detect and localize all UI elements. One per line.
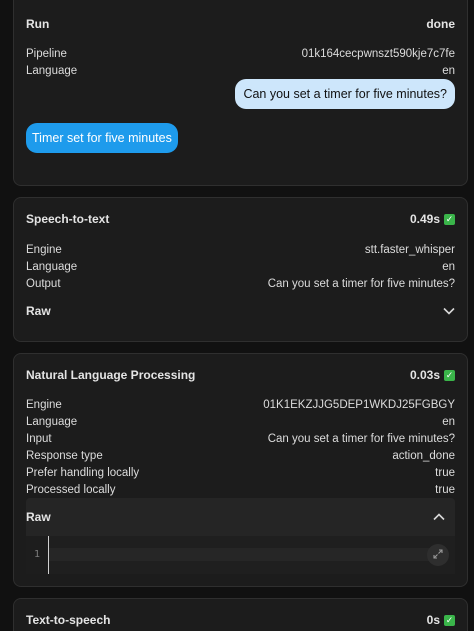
stt-duration: 0.49s [409, 212, 440, 226]
stt-language-row: Language en [26, 258, 455, 275]
nlp-raw-label: Raw [26, 510, 51, 524]
nlp-input-label: Input [26, 432, 52, 445]
run-status: done [426, 17, 455, 31]
language-row: Language en [26, 62, 455, 79]
stt-engine-row: Engine stt.faster_whisper [26, 241, 455, 258]
nlp-header: Natural Language Processing 0.03s ✓ [26, 368, 455, 382]
stt-engine-value: stt.faster_whisper [364, 243, 455, 256]
nlp-response-type-label: Response type [26, 449, 103, 462]
pipeline-label: Pipeline [26, 47, 67, 60]
nlp-engine-value: 01K1EKZJJG5DEP1WKDJ25FGBGY [263, 398, 455, 411]
stt-title: Speech-to-text [26, 212, 110, 226]
stt-raw-toggle[interactable]: Raw [26, 302, 455, 320]
check-icon: ✓ [444, 369, 455, 381]
stt-output-row: Output Can you set a timer for five minu… [26, 275, 455, 292]
stt-language-value: en [442, 260, 455, 273]
line-number: 1 [26, 536, 48, 574]
nlp-response-type-value: action_done [392, 449, 455, 462]
pipeline-debug-page: Run done Pipeline 01k164cecpwnszt590kje7… [0, 0, 474, 631]
stt-output-label: Output [26, 277, 61, 290]
tts-duration-group: 0s ✓ [427, 613, 455, 627]
run-card: Run done Pipeline 01k164cecpwnszt590kje7… [13, 0, 468, 186]
raw-code-editor[interactable]: 1 [26, 536, 455, 574]
user-message-bubble: Can you set a timer for five minutes? [235, 79, 455, 109]
nlp-processed-local-row: Processed locally true [26, 481, 455, 498]
nlp-prefer-local-label: Prefer handling locally [26, 466, 140, 479]
nlp-processed-local-value: true [435, 483, 455, 496]
stt-raw-label: Raw [26, 304, 51, 318]
text-to-speech-card: Text-to-speech 0s ✓ [13, 598, 468, 631]
chevron-up-icon [433, 510, 445, 524]
nlp-input-row: Input Can you set a timer for five minut… [26, 430, 455, 447]
nlp-response-type-row: Response type action_done [26, 447, 455, 464]
pipeline-value: 01k164cecpwnszt590kje7c7fe [301, 47, 455, 60]
tts-duration: 0s [426, 613, 440, 627]
check-icon: ✓ [444, 614, 455, 626]
nlp-language-label: Language [26, 415, 78, 428]
nlp-language-value: en [442, 415, 455, 428]
stt-duration-group: 0.49s ✓ [410, 212, 455, 226]
language-value: en [442, 64, 455, 77]
code-line-highlight [49, 548, 445, 561]
stt-engine-label: Engine [26, 243, 62, 256]
nlp-duration: 0.03s [409, 368, 440, 382]
nlp-title: Natural Language Processing [26, 368, 196, 382]
nlp-prefer-local-row: Prefer handling locally true [26, 464, 455, 481]
run-header: Run done [26, 17, 455, 31]
nlp-engine-label: Engine [26, 398, 62, 411]
run-title: Run [26, 17, 50, 31]
stt-output-value: Can you set a timer for five minutes? [267, 277, 455, 290]
nlp-duration-group: 0.03s ✓ [410, 368, 455, 382]
nlp-prefer-local-value: true [435, 466, 455, 479]
expand-icon [433, 546, 443, 564]
nlp-raw-panel: Raw 1 [26, 498, 455, 574]
nlp-language-row: Language en [26, 413, 455, 430]
nlp-processed-local-label: Processed locally [26, 483, 116, 496]
language-label: Language [26, 64, 78, 77]
pipeline-row: Pipeline 01k164cecpwnszt590kje7c7fe [26, 45, 455, 62]
chevron-down-icon [443, 304, 455, 318]
nlp-engine-row: Engine 01K1EKZJJG5DEP1WKDJ25FGBGY [26, 396, 455, 413]
nlp-card: Natural Language Processing 0.03s ✓ Engi… [13, 353, 468, 587]
assistant-message-bubble: Timer set for five minutes [26, 123, 178, 153]
check-icon: ✓ [444, 213, 455, 225]
nlp-input-value: Can you set a timer for five minutes? [267, 432, 455, 445]
stt-language-label: Language [26, 260, 78, 273]
tts-title: Text-to-speech [26, 613, 111, 627]
stt-header: Speech-to-text 0.49s ✓ [26, 212, 455, 226]
expand-button[interactable] [427, 544, 449, 566]
nlp-raw-toggle[interactable]: Raw [26, 508, 445, 526]
speech-to-text-card: Speech-to-text 0.49s ✓ Engine stt.faster… [13, 197, 468, 342]
tts-header: Text-to-speech 0s ✓ [26, 613, 455, 627]
